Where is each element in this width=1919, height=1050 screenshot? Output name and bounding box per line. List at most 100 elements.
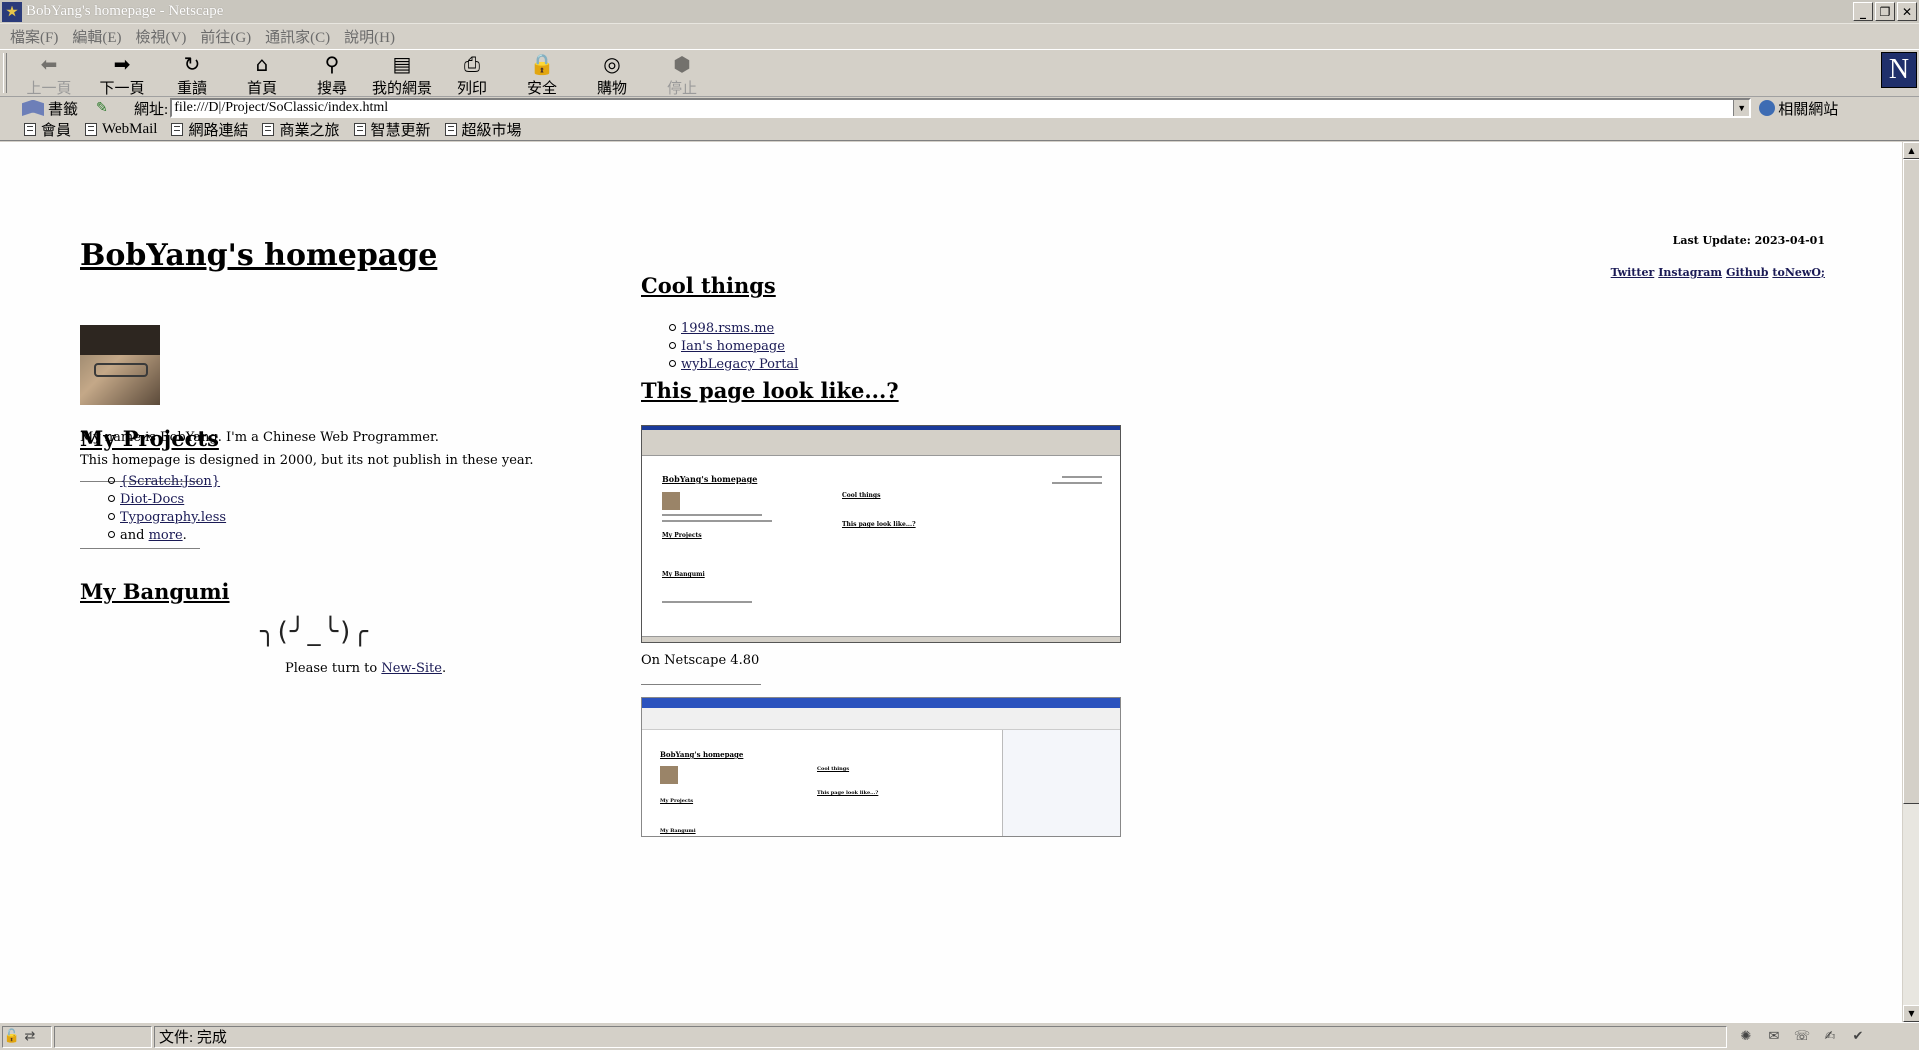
tonewo-link[interactable]: toNewO; (1772, 266, 1825, 279)
divider (641, 684, 761, 685)
my-netscape-icon: ▤ (392, 52, 412, 76)
project-link-typography-less[interactable]: Typography.less (120, 510, 226, 525)
search-icon: ⚲ (324, 52, 340, 76)
scroll-down-icon[interactable]: ▼ (1903, 1005, 1919, 1022)
window-controls: _ ❐ ✕ (1853, 2, 1917, 21)
menu-communicator[interactable]: 通訊家(C) (261, 26, 340, 47)
twitter-link[interactable]: Twitter (1611, 266, 1655, 279)
mini-title-2: BobYang's homepage (660, 750, 744, 759)
cool-link-ian[interactable]: Ian's homepage (681, 339, 785, 354)
location-toolbar: 書籤 ✎ 網址: file:///D|/Project/SoClassic/in… (0, 97, 1919, 119)
instagram-link[interactable]: Instagram (1658, 266, 1722, 279)
cool-things-heading: Cool things (641, 273, 776, 298)
mini-bangumi: My Bangumi (662, 571, 705, 578)
minimize-button[interactable]: _ (1853, 2, 1873, 21)
toolbar-grip[interactable] (3, 53, 7, 93)
toolbar-button-label: 停止 (666, 81, 697, 97)
project-link-scratch-json[interactable]: {Scratch:Json} (120, 474, 220, 489)
social-links: Twitter Instagram Github toNewO; (1611, 266, 1825, 279)
list-item: and more. (107, 527, 226, 545)
personal-toolbar: 會員 WebMail 網路連結 商業之旅 智慧更新 超級市場 (0, 119, 1919, 141)
personal-item-business[interactable]: 商業之旅 (262, 119, 340, 140)
list-item: wybLegacy Portal (668, 356, 798, 374)
address-dropdown-icon[interactable]: ▼ (1733, 100, 1750, 116)
looklike-heading: This page look like...? (641, 378, 899, 403)
composer-icon[interactable]: ✍ (1821, 1029, 1839, 1045)
project-link-diot-docs[interactable]: Diot-Docs (120, 492, 184, 507)
new-site-link[interactable]: New-Site (381, 661, 442, 676)
menu-edit[interactable]: 編輯(E) (68, 26, 131, 47)
github-link[interactable]: Github (1726, 266, 1768, 279)
security-indicator[interactable]: 🔓 ⇄ (2, 1025, 52, 1048)
related-sites-label: 相關網站 (1778, 101, 1839, 118)
address-input[interactable]: file:///D|/Project/SoClassic/index.html … (170, 98, 1752, 118)
toolbar-button-label: 我的網景 (371, 81, 432, 97)
scrollbar-thumb[interactable] (1903, 159, 1919, 804)
toolbar-button-7[interactable]: 🔒 安全 (508, 52, 576, 97)
bookmarks-icon[interactable] (22, 100, 44, 116)
window-title: BobYang's homepage - Netscape (26, 3, 224, 19)
intro-text-2: This homepage is designed in 2000, but i… (80, 453, 534, 468)
more-projects-link[interactable]: more (149, 528, 183, 543)
toolbar-button-label: 上一頁 (26, 81, 72, 97)
reload-icon: ↻ (183, 52, 201, 76)
menu-go[interactable]: 前往(G) (196, 26, 261, 47)
mini-devtools-panel (1002, 730, 1120, 836)
toolbar-button-1[interactable]: ➡ 下一頁 (88, 52, 156, 97)
vertical-scrollbar[interactable]: ▲ ▼ (1902, 142, 1919, 1022)
toolbar-button-3[interactable]: ⌂ 首頁 (228, 52, 296, 97)
bookmark-page-icon (262, 123, 275, 136)
netscape-window: BobYang's homepage - Netscape _ ❐ ✕ 檔案(F… (0, 0, 1919, 1050)
discussion-icon[interactable]: ☏ (1793, 1029, 1811, 1045)
page-proxy-icon[interactable]: ✎ (96, 100, 110, 116)
bookmark-page-icon (24, 123, 36, 136)
personal-item-net-links[interactable]: 網路連結 (171, 119, 248, 140)
personal-item-smart-update[interactable]: 智慧更新 (353, 119, 431, 140)
progress-meter (54, 1025, 152, 1048)
scroll-up-icon[interactable]: ▲ (1903, 142, 1919, 159)
netscape-logo-icon[interactable]: N (1881, 52, 1917, 88)
toolbar-button-2[interactable]: ↻ 重讀 (158, 52, 226, 97)
projects-heading: My Projects (80, 426, 219, 451)
bookmarks-button[interactable]: 書籤 (48, 98, 78, 119)
screenshot-caption: On Netscape 4.80 (641, 653, 760, 668)
menu-help[interactable]: 說明(H) (340, 26, 405, 47)
close-button[interactable]: ✕ (1897, 2, 1917, 21)
toolbar-button-4[interactable]: ⚲ 搜尋 (298, 52, 366, 97)
navigator-icon[interactable]: ✺ (1737, 1029, 1755, 1045)
menu-bar: 檔案(F) 編輯(E) 檢視(V) 前往(G) 通訊家(C) 說明(H) (0, 24, 1919, 49)
personal-item-member[interactable]: 會員 (24, 119, 71, 140)
divider (80, 548, 200, 549)
bookmark-page-icon (171, 123, 184, 136)
address-label: 網址: (134, 101, 169, 118)
modern-browser-screenshot-image: BobYang's homepage Cool things This page… (641, 697, 1121, 837)
toolbar-button-8[interactable]: ◎ 購物 (578, 52, 646, 97)
toolbar-button-9[interactable]: ⬢ 停止 (648, 52, 716, 97)
personal-item-webmail[interactable]: WebMail (85, 121, 157, 138)
related-sites-button[interactable]: 相關網站 (1759, 98, 1838, 119)
cool-link-rsms[interactable]: 1998.rsms.me (681, 321, 774, 336)
kaomoji: ╮(╯_╰)╭ (260, 617, 370, 647)
list-item: Typography.less (107, 509, 226, 527)
print-icon: ⎙ (464, 52, 480, 76)
lock-icon: 🔓 (3, 1028, 21, 1044)
check-icon[interactable]: ✔ (1849, 1029, 1867, 1045)
navigation-toolbar: ⬅ 上一頁 ➡ 下一頁 ↻ 重讀 ⌂ 首頁 ⚲ 搜尋 ▤ 我的網景 ⎙ 列印 🔒 安全 ◎ 購物 ⬢ 停止 (0, 49, 1919, 97)
toolbar-button-5[interactable]: ▤ 我的網景 (368, 52, 436, 97)
menu-view[interactable]: 檢視(V) (132, 26, 197, 47)
menu-file[interactable]: 檔案(F) (6, 26, 68, 47)
personal-item-supermarket[interactable]: 超級市場 (444, 119, 522, 140)
list-item: {Scratch:Json} (107, 473, 226, 491)
page-content: BobYang's homepage Last Update: 2023-04-… (0, 142, 1902, 1022)
title-bar: BobYang's homepage - Netscape _ ❐ ✕ (0, 0, 1919, 24)
mail-icon[interactable]: ✉ (1765, 1029, 1783, 1045)
projects-list: {Scratch:Json} Diot-Docs Typography.less… (107, 473, 226, 545)
status-text: 文件: 完成 (154, 1025, 1727, 1048)
cool-link-wyblegacy[interactable]: wybLegacy Portal (681, 357, 798, 372)
netscape-app-icon[interactable] (2, 1, 22, 22)
restore-button[interactable]: ❐ (1875, 2, 1895, 21)
mini-avatar-2 (660, 766, 678, 784)
mini-projects-2: My Projects (660, 798, 694, 804)
toolbar-button-6[interactable]: ⎙ 列印 (438, 52, 506, 97)
toolbar-button-0[interactable]: ⬅ 上一頁 (15, 52, 83, 97)
